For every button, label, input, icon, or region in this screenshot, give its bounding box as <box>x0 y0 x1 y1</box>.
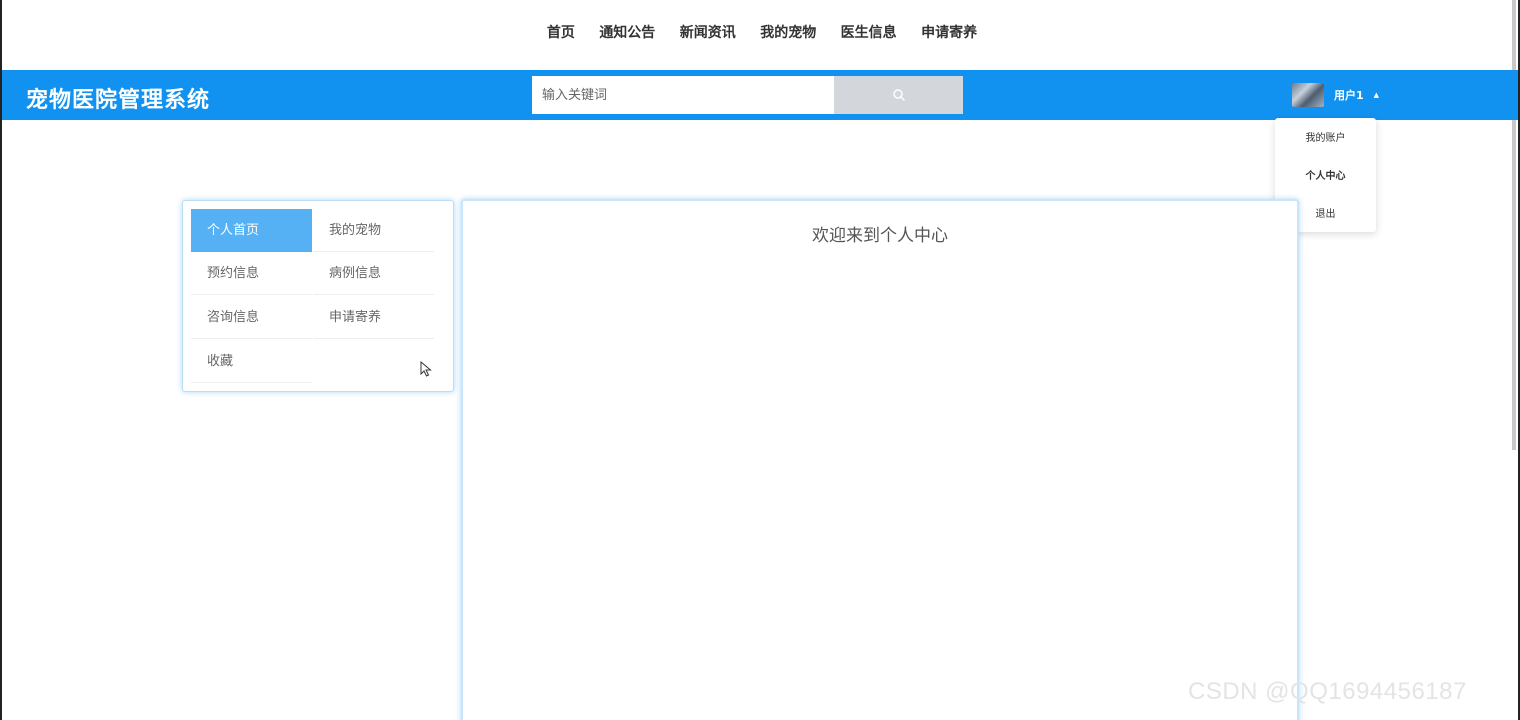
watermark: CSDN @QQ1694456187 <box>1188 678 1467 705</box>
header-bar: 宠物医院管理系统 用户1 ▲ <box>2 70 1518 120</box>
sidebar-menu: 个人首页 我的宠物 预约信息 病例信息 咨询信息 申请寄养 收藏 <box>182 200 454 392</box>
nav-news[interactable]: 新闻资讯 <box>680 22 736 42</box>
nav-doctors[interactable]: 医生信息 <box>841 22 897 42</box>
nav-notices[interactable]: 通知公告 <box>599 22 655 42</box>
sidebar-item-personal-home[interactable]: 个人首页 <box>191 209 312 252</box>
avatar <box>1292 83 1324 107</box>
main-panel: 欢迎来到个人中心 <box>461 199 1299 720</box>
mouse-pointer-icon <box>420 361 432 377</box>
sidebar-item-medical-records[interactable]: 病例信息 <box>313 252 434 295</box>
caret-up-icon: ▲ <box>1373 91 1380 99</box>
site-title: 宠物医院管理系统 <box>26 88 211 113</box>
sidebar-item-appointments[interactable]: 预约信息 <box>191 252 312 295</box>
search-icon <box>892 89 905 102</box>
user-menu-toggle[interactable]: 用户1 ▲ <box>1292 78 1379 112</box>
sidebar-item-favorites[interactable]: 收藏 <box>191 340 312 383</box>
sidebar-item-my-pets[interactable]: 我的宠物 <box>313 209 434 252</box>
sidebar-item-boarding[interactable]: 申请寄养 <box>313 296 434 339</box>
dropdown-personal-center[interactable]: 个人中心 <box>1275 167 1376 182</box>
user-name: 用户1 <box>1334 89 1364 102</box>
nav-boarding[interactable]: 申请寄养 <box>921 22 977 42</box>
nav-my-pets[interactable]: 我的宠物 <box>760 22 816 42</box>
page-title: 欢迎来到个人中心 <box>812 226 948 246</box>
page-scrollbar[interactable] <box>1512 0 1516 450</box>
sidebar-item-consultations[interactable]: 咨询信息 <box>191 296 312 339</box>
search-button[interactable] <box>834 76 963 114</box>
dropdown-my-account[interactable]: 我的账户 <box>1275 129 1376 144</box>
search-input[interactable] <box>532 76 834 114</box>
browser-frame: 首页 通知公告 新闻资讯 我的宠物 医生信息 申请寄养 宠物医院管理系统 用户1… <box>0 0 1520 720</box>
top-navigation: 首页 通知公告 新闻资讯 我的宠物 医生信息 申请寄养 <box>2 22 1518 42</box>
nav-home[interactable]: 首页 <box>547 22 575 42</box>
